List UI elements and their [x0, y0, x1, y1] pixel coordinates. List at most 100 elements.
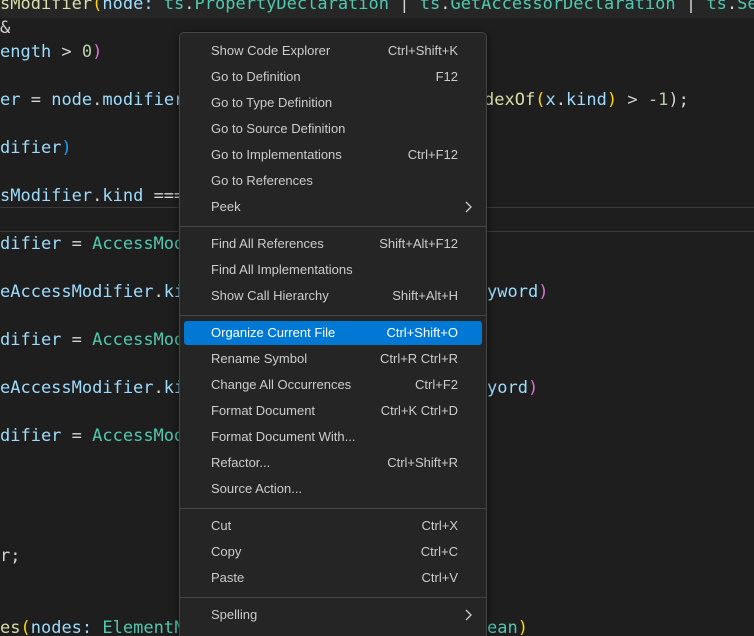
menu-item-shortcut: Ctrl+V — [421, 570, 458, 585]
code-line-tail[interactable]: yord) — [487, 376, 538, 400]
code-line[interactable]: sModifier.kind === — [0, 184, 184, 208]
code-line[interactable]: es(nodes: ElementNo — [0, 616, 195, 636]
menu-item-label: Format Document — [211, 403, 316, 418]
code-line[interactable]: sModifier(node: ts.PropertyDeclaration |… — [0, 0, 754, 16]
code-line[interactable]: eAccessModifier.kin — [0, 280, 195, 304]
menu-item-go-to-source-definition[interactable]: Go to Source Definition — [184, 117, 482, 141]
code-token: = — [20, 90, 52, 110]
menu-item-peek[interactable]: Peek — [184, 195, 482, 219]
code-line[interactable]: & — [0, 16, 10, 40]
code-token: kind — [102, 186, 144, 206]
code-token: ts — [706, 0, 727, 14]
code-token: eAccessModifier — [0, 282, 154, 302]
menu-item-organize-current-file[interactable]: Organize Current File Ctrl+Shift+O — [184, 321, 482, 345]
code-line-tail[interactable]: dexOf(x.kind) > -1); — [484, 88, 689, 112]
code-line[interactable]: r; — [0, 544, 20, 568]
chevron-right-icon — [465, 609, 472, 621]
code-line[interactable]: difier = AccessModi — [0, 424, 195, 448]
menu-item-shortcut: F12 — [435, 69, 458, 84]
menu-item-label: Refactor... — [211, 455, 271, 470]
menu-item-go-to-type-definition[interactable]: Go to Type Definition — [184, 91, 482, 115]
code-token: | — [389, 0, 420, 14]
menu-item-find-all-references[interactable]: Find All References Shift+Alt+F12 — [184, 232, 482, 256]
code-token: difier — [0, 234, 62, 254]
menu-item-label: Rename Symbol — [211, 351, 308, 366]
code-token: yord — [487, 378, 528, 398]
code-token: er — [0, 90, 21, 110]
menu-item-shortcut: Ctrl+F12 — [407, 147, 458, 162]
code-token: > — [617, 90, 648, 110]
menu-item-format-document-with[interactable]: Format Document With... — [184, 425, 482, 449]
menu-item-go-to-implementations[interactable]: Go to Implementations Ctrl+F12 — [184, 143, 482, 167]
menu-item-label: Go to Type Definition — [211, 95, 333, 110]
menu-item-copy[interactable]: Copy Ctrl+C — [184, 540, 482, 564]
menu-item-label: Go to Definition — [211, 69, 301, 84]
code-line[interactable]: ength > 0) — [0, 40, 102, 64]
menu-separator — [180, 315, 486, 316]
menu-item-label: Find All References — [211, 236, 324, 251]
menu-item-go-to-definition[interactable]: Go to Definition F12 — [184, 65, 482, 89]
menu-item-label: Show Call Hierarchy — [211, 288, 329, 303]
code-token: & — [0, 18, 11, 38]
code-token: dexOf — [484, 90, 536, 110]
code-token: nodes: — [30, 618, 103, 636]
menu-item-spelling[interactable]: Spelling — [184, 603, 482, 627]
code-line[interactable]: eAccessModifier.kin — [0, 376, 195, 400]
menu-item-label: Peek — [211, 199, 241, 214]
code-token: > — [51, 42, 82, 62]
code-line-tail[interactable]: yword) — [487, 280, 548, 304]
menu-item-label: Source Action... — [211, 481, 303, 496]
menu-item-show-call-hierarchy[interactable]: Show Call Hierarchy Shift+Alt+H — [184, 284, 482, 308]
code-token: ) — [606, 90, 618, 110]
code-line-tail[interactable]: ean) — [487, 616, 528, 636]
menu-item-rename-symbol[interactable]: Rename Symbol Ctrl+R Ctrl+R — [184, 347, 482, 371]
code-line[interactable]: er = node.modifiers — [0, 88, 195, 112]
menu-separator — [180, 226, 486, 227]
code-token: kind — [565, 90, 607, 110]
code-token: ( — [535, 90, 546, 110]
menu-item-shortcut: Shift+Alt+H — [392, 288, 458, 303]
code-token: ( — [92, 0, 103, 14]
code-token: ( — [20, 618, 31, 636]
menu-item-format-document[interactable]: Format Document Ctrl+K Ctrl+D — [184, 399, 482, 423]
menu-item-label: Show Code Explorer — [211, 43, 331, 58]
code-token: ength — [0, 42, 52, 62]
menu-separator — [180, 508, 486, 509]
code-token: sModifier — [0, 0, 93, 14]
code-token: . — [92, 186, 103, 206]
code-token: ts — [419, 0, 441, 14]
code-line[interactable]: difier = AccessModi — [0, 232, 195, 256]
code-token: difier — [0, 330, 62, 350]
code-token: -1 — [647, 90, 669, 110]
menu-item-go-to-references[interactable]: Go to References — [184, 169, 482, 193]
menu-separator — [180, 597, 486, 598]
menu-item-change-all-occurrences[interactable]: Change All Occurrences Ctrl+F2 — [184, 373, 482, 397]
menu-item-find-all-implementations[interactable]: Find All Implementations — [184, 258, 482, 282]
code-token: PropertyDeclaration — [194, 0, 389, 14]
code-token: x — [545, 90, 556, 110]
code-token: ) — [61, 138, 72, 158]
code-token: = — [61, 426, 93, 446]
editor-window: sModifier(node: ts.PropertyDeclaration |… — [0, 0, 754, 636]
menu-item-paste[interactable]: Paste Ctrl+V — [184, 566, 482, 590]
menu-item-source-action[interactable]: Source Action... — [184, 477, 482, 501]
code-token: . — [555, 90, 566, 110]
code-token: ) — [517, 618, 528, 636]
menu-item-show-code-explorer[interactable]: Show Code Explorer Ctrl+Shift+K — [184, 39, 482, 63]
code-line[interactable]: difier = AccessModi — [0, 328, 195, 352]
menu-item-shortcut: Ctrl+X — [421, 518, 458, 533]
code-token: ean — [487, 618, 518, 636]
code-token: | — [675, 0, 707, 14]
chevron-right-icon — [465, 201, 472, 213]
menu-item-refactor[interactable]: Refactor... Ctrl+Shift+R — [184, 451, 482, 475]
code-token: GetAccessorDeclaration — [450, 0, 676, 14]
menu-item-label: Format Document With... — [211, 429, 356, 444]
code-token: 0 — [81, 42, 93, 62]
menu-item-label: Go to References — [211, 173, 313, 188]
menu-item-label: Change All Occurrences — [211, 377, 352, 392]
code-token: ) — [527, 378, 539, 398]
menu-item-label: Copy — [211, 544, 242, 559]
menu-item-cut[interactable]: Cut Ctrl+X — [184, 514, 482, 538]
code-token: SetA — [737, 0, 754, 14]
code-line[interactable]: difier) — [0, 136, 72, 160]
